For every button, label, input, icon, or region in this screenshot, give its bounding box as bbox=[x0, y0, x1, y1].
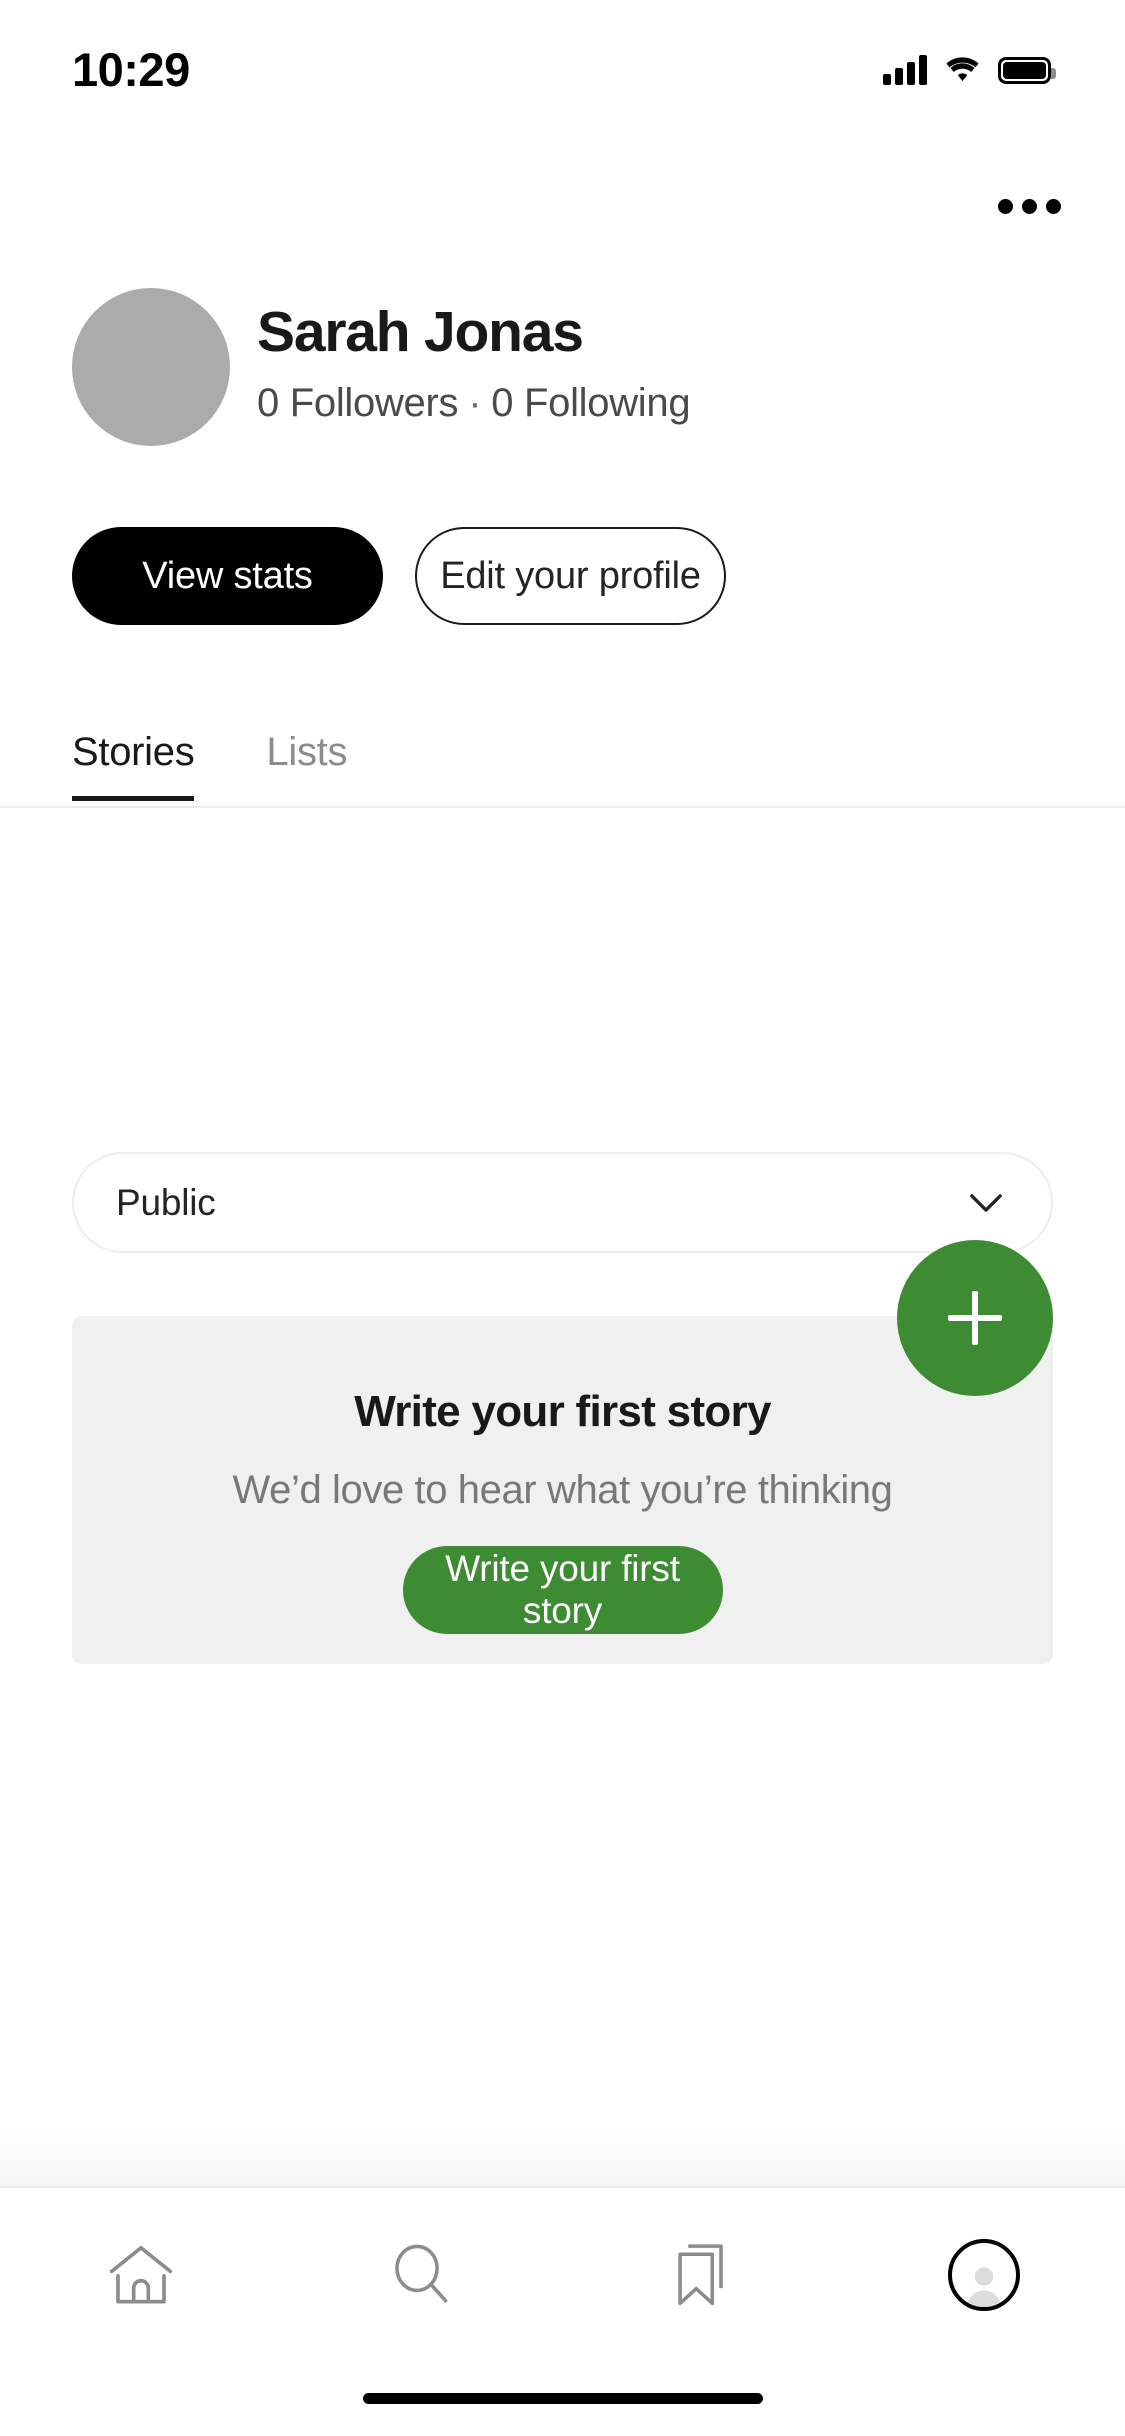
status-bar: 10:29 bbox=[0, 0, 1125, 132]
home-indicator bbox=[362, 2393, 763, 2404]
profile-screen: 10:29 Sarah Jonas 0 Followers·0 Follow bbox=[0, 0, 1125, 2436]
profile-tabs: Stories Lists bbox=[72, 730, 1125, 801]
page-title: Sarah Jonas bbox=[257, 300, 584, 364]
visibility-selected-value: Public bbox=[116, 1181, 216, 1223]
tab-stories[interactable]: Stories bbox=[72, 730, 195, 801]
bookmark-icon bbox=[678, 2244, 723, 2306]
profile-header: Sarah Jonas 0 Followers · 0 Following bbox=[72, 288, 691, 446]
person-glyph-icon bbox=[967, 2267, 1002, 2307]
profile-actions: View stats Edit your profile bbox=[72, 527, 726, 625]
stats-separator: · bbox=[468, 380, 482, 425]
nav-item-profile[interactable] bbox=[844, 2188, 1125, 2348]
empty-state-card: Write your first story We’d love to hear… bbox=[72, 1316, 1053, 1664]
profile-info: Sarah Jonas 0 Followers · 0 Following bbox=[257, 288, 691, 425]
nav-item-search[interactable] bbox=[281, 2188, 562, 2348]
battery-full-icon bbox=[998, 56, 1056, 84]
search-icon bbox=[395, 2244, 448, 2303]
status-bar-time: 10:29 bbox=[72, 42, 190, 96]
wifi-icon bbox=[946, 57, 979, 82]
edit-profile-button[interactable]: Edit your profile bbox=[415, 527, 726, 625]
following-count[interactable]: 0 Following bbox=[491, 381, 690, 425]
write-first-story-button[interactable]: Write your first story bbox=[402, 1546, 723, 1634]
empty-state-subtitle: We’d love to hear what you’re thinking bbox=[232, 1468, 893, 1512]
empty-state-title: Write your first story bbox=[354, 1387, 771, 1436]
chevron-down-icon bbox=[970, 1193, 1002, 1212]
profile-avatar-icon bbox=[948, 2239, 1021, 2311]
tabs-divider bbox=[0, 806, 1125, 808]
plus-icon bbox=[948, 1291, 1002, 1345]
visibility-dropdown[interactable]: Public bbox=[72, 1152, 1053, 1253]
compose-fab-button[interactable] bbox=[897, 1240, 1053, 1396]
nav-item-bookmarks[interactable] bbox=[563, 2188, 844, 2348]
cellular-signal-icon bbox=[883, 55, 927, 85]
view-stats-button[interactable]: View stats bbox=[72, 527, 383, 625]
profile-stats: 0 Followers · 0 Following bbox=[257, 380, 691, 425]
avatar[interactable] bbox=[72, 288, 230, 446]
tab-lists[interactable]: Lists bbox=[266, 730, 347, 801]
more-options-icon[interactable] bbox=[983, 168, 1075, 244]
home-icon bbox=[109, 2245, 172, 2304]
status-bar-icons bbox=[883, 55, 1056, 85]
content-scroll-shade bbox=[0, 2126, 1125, 2186]
nav-item-home[interactable] bbox=[0, 2188, 281, 2348]
followers-count[interactable]: 0 Followers bbox=[257, 381, 459, 425]
